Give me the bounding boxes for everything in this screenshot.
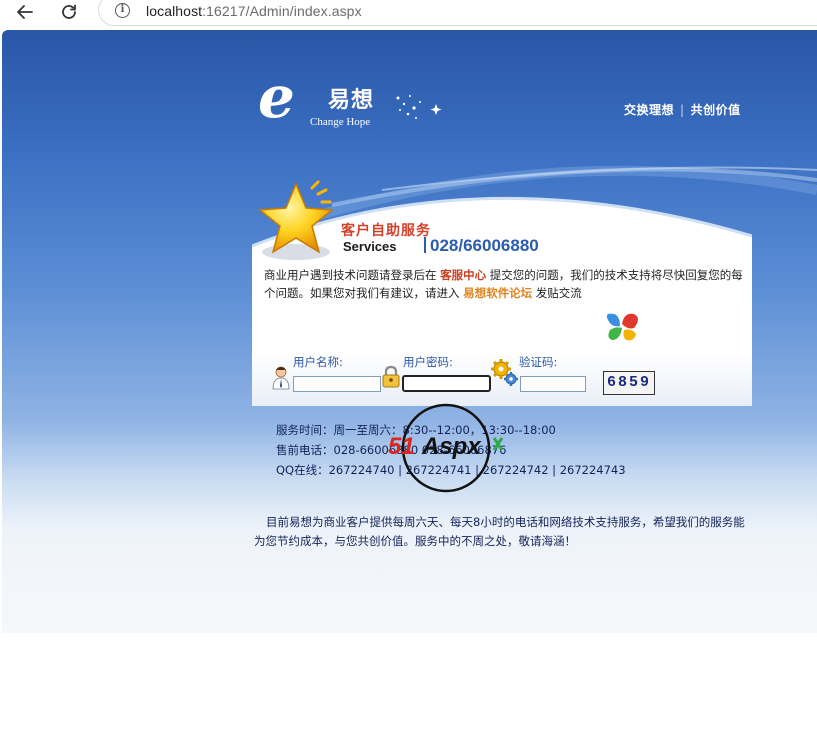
service-title-cn: 客户自助服务 bbox=[341, 223, 431, 239]
url-host: localhost bbox=[146, 3, 203, 19]
msn-butterfly-icon[interactable] bbox=[602, 310, 642, 344]
slogan-right: 共创价值 bbox=[690, 103, 741, 117]
footer-text: 目前易想为商业客户提供每周六天、每天8小时的电话和网络技术支持服务，希望我们的服… bbox=[254, 515, 745, 548]
watermark-text-red: 51 bbox=[388, 433, 415, 460]
password-input[interactable] bbox=[402, 375, 491, 392]
captcha-input[interactable] bbox=[520, 376, 586, 392]
arrow-left-icon bbox=[17, 5, 33, 19]
slogan-left: 交换理想 bbox=[624, 103, 675, 117]
forum-link[interactable]: 易想软件论坛 bbox=[463, 286, 532, 300]
logo-cn: 易想 bbox=[328, 88, 375, 113]
reload-icon bbox=[62, 4, 76, 19]
page-blank-area bbox=[2, 633, 817, 752]
gear-icon bbox=[491, 359, 518, 386]
password-label: 用户密码: bbox=[403, 355, 453, 369]
url-text[interactable]: localhost:16217/Admin/index.aspx bbox=[146, 3, 362, 19]
site-info-icon[interactable]: i bbox=[115, 3, 130, 18]
user-icon bbox=[272, 366, 290, 390]
intro-part3: 发贴交流 bbox=[532, 286, 582, 300]
username-label: 用户名称: bbox=[293, 355, 343, 369]
lock-icon bbox=[382, 365, 400, 388]
watermark-text-black: Aspx bbox=[421, 433, 482, 460]
captcha-image-text: 6859 bbox=[606, 374, 651, 391]
captcha-image[interactable]: 6859 bbox=[603, 371, 655, 395]
intro-text: 商业用户遇到技术问题请登录后在 客服中心 提交您的问题，我们的技术支持将尽快回复… bbox=[264, 266, 750, 302]
browser-toolbar: i localhost:16217/Admin/index.aspx bbox=[0, 0, 817, 26]
logo-en: Change Hope bbox=[310, 116, 371, 128]
watermark-logo: 51 Aspx bbox=[388, 403, 504, 493]
star-icon bbox=[258, 180, 334, 260]
reload-button[interactable] bbox=[58, 1, 80, 23]
customer-center-link[interactable]: 客服中心 bbox=[440, 268, 486, 282]
slogan: 交换理想 | 共创价值 bbox=[624, 101, 741, 118]
slogan-separator: | bbox=[680, 103, 685, 117]
sparkle-icon bbox=[396, 95, 442, 119]
service-phone: 028/66006880 bbox=[424, 236, 539, 256]
username-input[interactable] bbox=[293, 376, 381, 392]
captcha-label: 验证码: bbox=[519, 355, 558, 369]
url-path: :16217/Admin/index.aspx bbox=[202, 3, 362, 19]
service-title-en: Services bbox=[343, 239, 397, 254]
back-button[interactable] bbox=[14, 1, 36, 23]
logo-e-mark: e bbox=[258, 63, 295, 131]
intro-part1: 商业用户遇到技术问题请登录后在 bbox=[264, 268, 441, 282]
service-phone-number: 028/66006880 bbox=[430, 236, 539, 255]
site-logo: e 易想 Change Hope bbox=[258, 68, 458, 134]
